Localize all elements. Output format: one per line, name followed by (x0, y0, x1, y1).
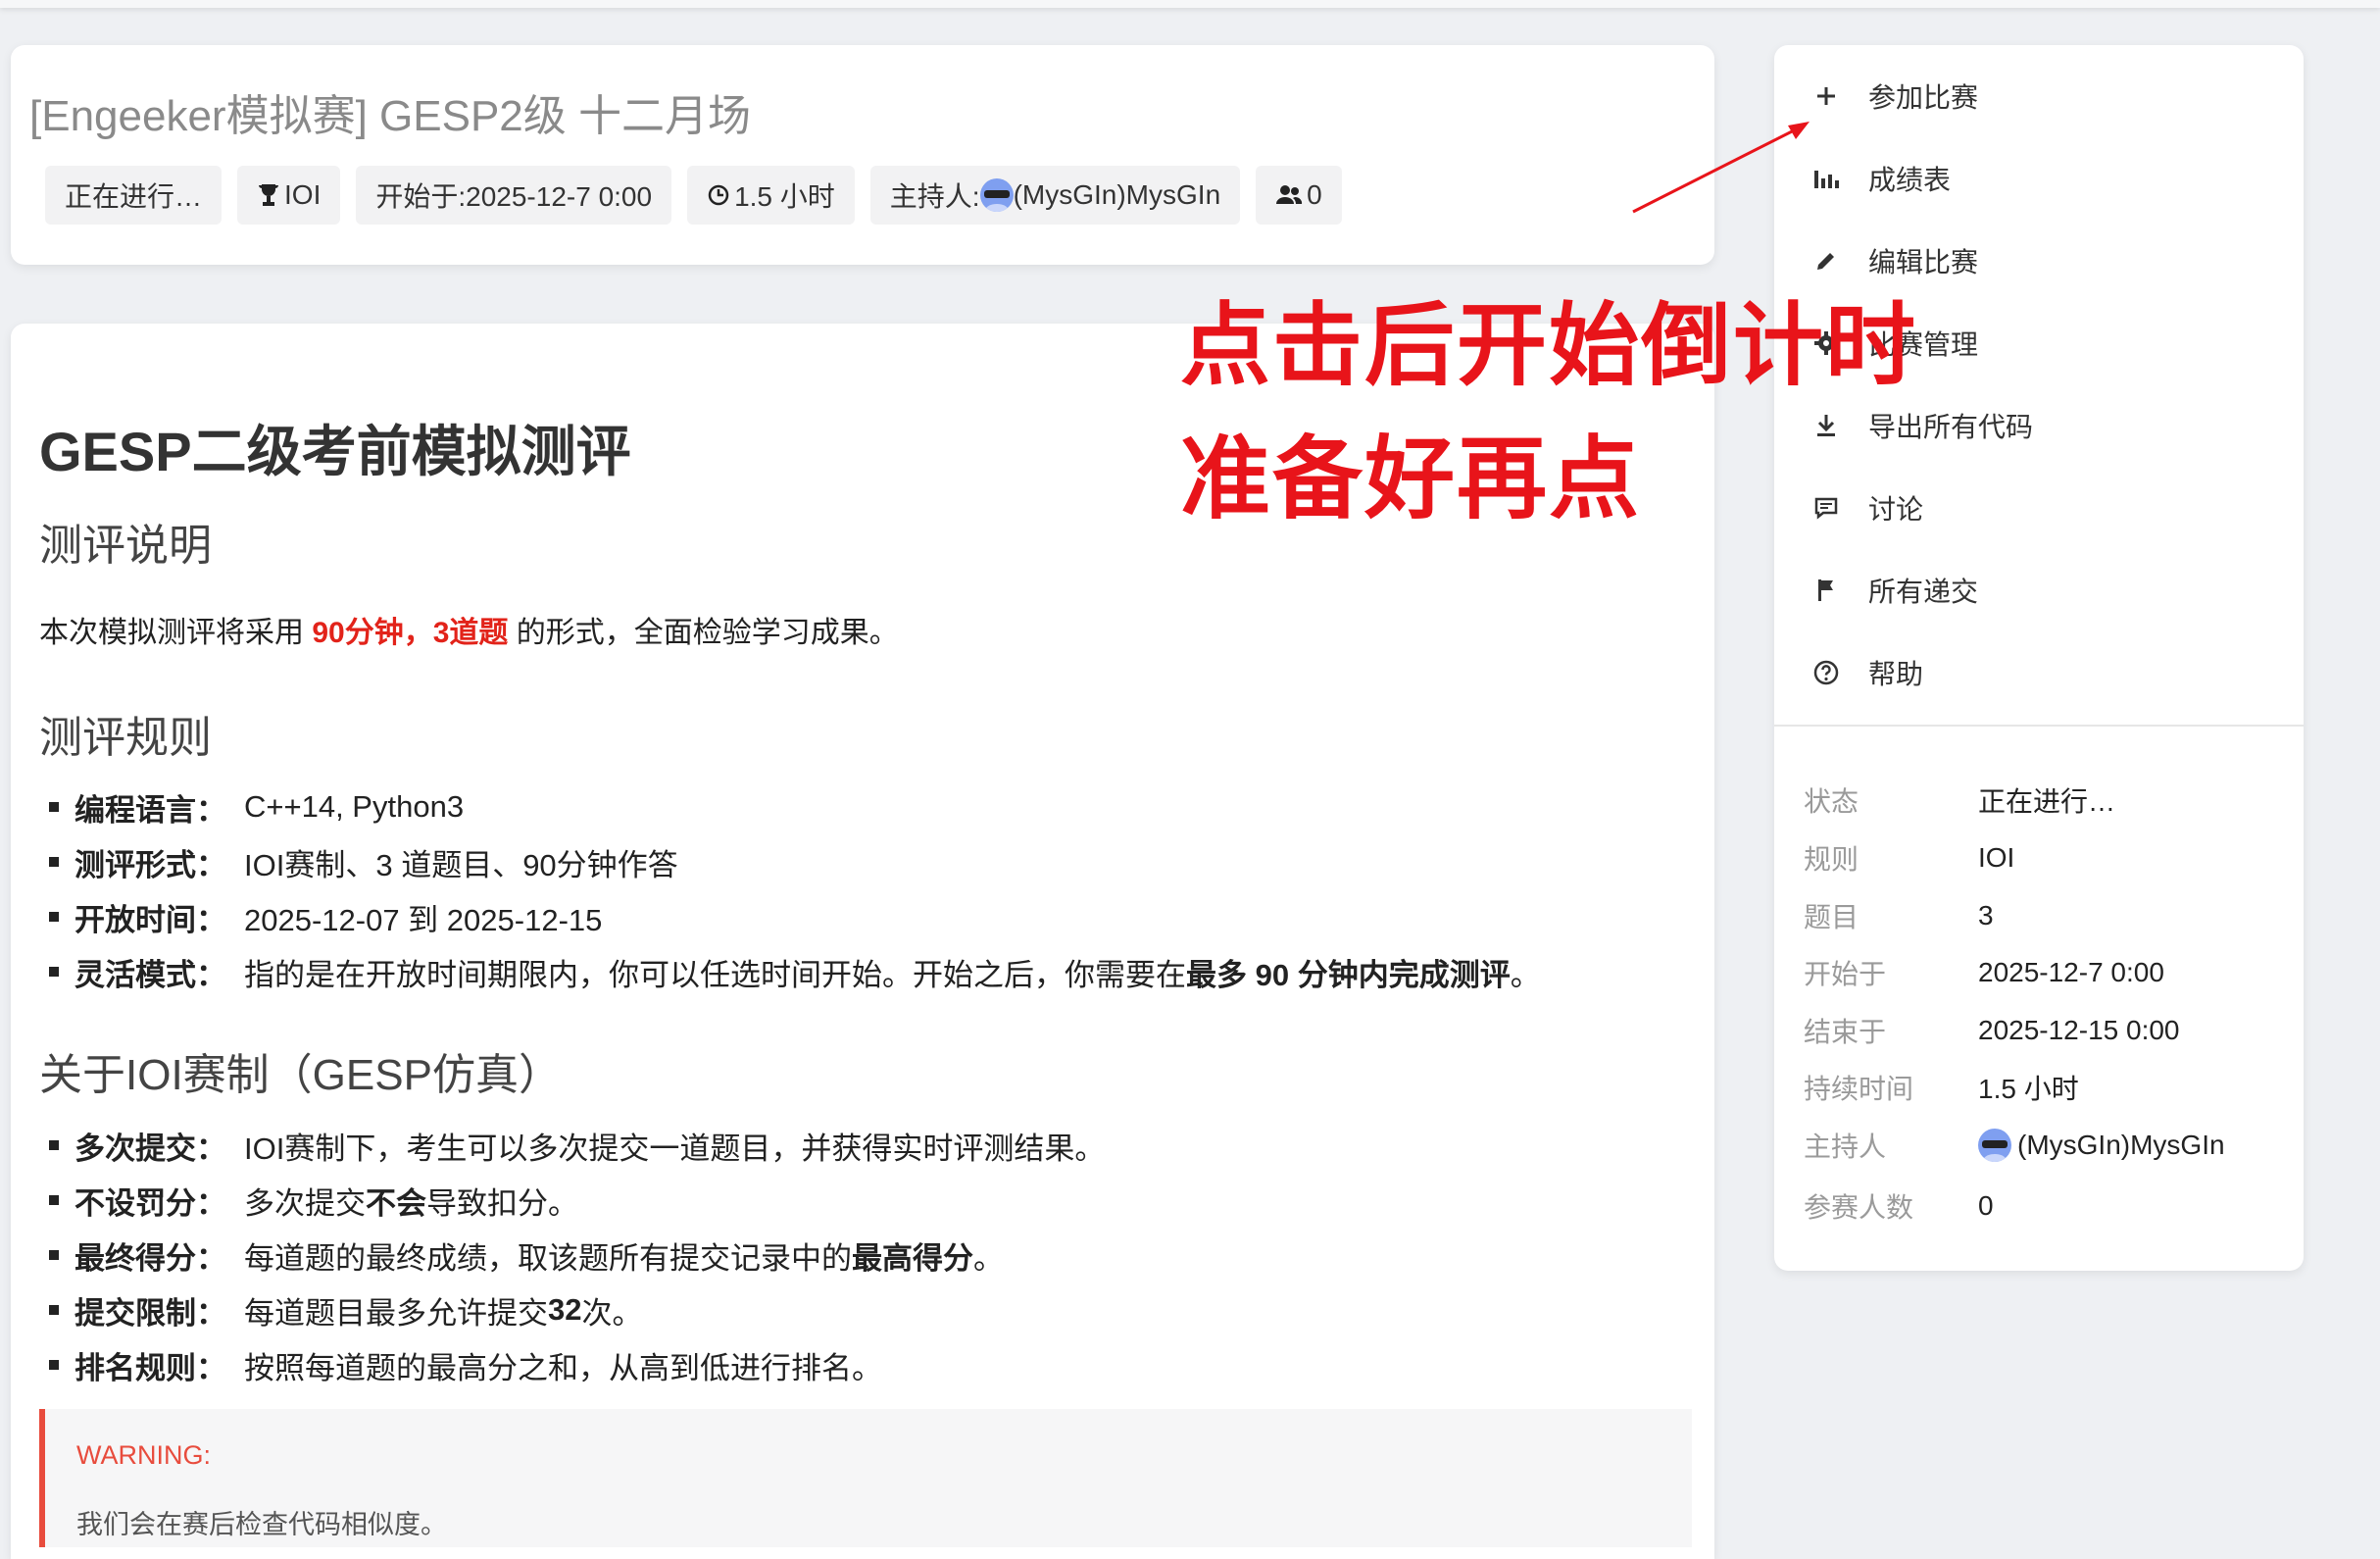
flag-icon (1818, 579, 1833, 601)
menu-label: 成绩表 (1868, 165, 1952, 195)
warning-body: 我们会在赛后检查代码相似度。 (76, 1510, 447, 1539)
host-chip-name: (MysGIn)MysGIn (1013, 179, 1221, 210)
section-heading-rules: 测评规则 (39, 714, 212, 762)
host-chip-label: 主持人: (889, 181, 980, 212)
sidebar-divider (1774, 725, 2304, 727)
help-icon (1813, 660, 1839, 685)
info-row-start: 开始于 2025-12-7 0:00 (1804, 957, 2164, 989)
clock-icon (708, 184, 729, 206)
info-row-rule: 规则 IOI (1804, 842, 2015, 875)
list-item: 编程语言： C++14, Python3 (39, 780, 1541, 834)
annotation-arrow (1632, 122, 1810, 214)
warning-box: WARNING: 我们会在赛后检查代码相似度。 (39, 1409, 1692, 1547)
warning-title: WARNING: (76, 1440, 211, 1470)
plus-icon (1817, 87, 1835, 105)
host-link[interactable]: (MysGIn)MysGIn (2017, 1130, 2225, 1161)
contest-title: [Engeeker模拟赛] GESP2级 十二月场 (29, 92, 751, 140)
participants-chip: 0 (1256, 166, 1342, 225)
avatar (1978, 1129, 2011, 1162)
export-code-link[interactable]: 导出所有代码 (1810, 396, 2033, 455)
discussion-link[interactable]: 讨论 (1810, 478, 1923, 537)
join-contest-button[interactable]: 参加比赛 (1810, 67, 1978, 126)
annotation-text-line1: 点击后开始倒计时 (1180, 292, 1918, 398)
comment-icon (1814, 497, 1838, 520)
all-submissions-link[interactable]: 所有递交 (1810, 561, 1978, 620)
rules-list: 编程语言： C++14, Python3 测评形式： IOI赛制、3 道题目、90分… (39, 780, 1541, 999)
status-chip: 正在进行… (45, 166, 223, 225)
pencil-icon (1817, 253, 1834, 270)
scoreboard-link[interactable]: 成绩表 (1810, 149, 1951, 208)
rule-chip-label: IOI (284, 179, 322, 210)
list-item: 灵活模式： 指的是在开放时间期限内，你可以任选时间开始。开始之后，你需要在 最多 9… (39, 944, 1541, 999)
help-link[interactable]: 帮助 (1810, 643, 1923, 702)
ioi-list: 多次提交： IOI赛制下，考生可以多次提交一道题目，并获得实时评测结果。 不设罚分… (39, 1118, 1105, 1392)
section-heading-intro: 测评说明 (39, 522, 212, 570)
info-row-participants: 参赛人数 0 (1804, 1190, 1994, 1223)
rule-chip: IOI (237, 166, 341, 225)
download-icon (1817, 415, 1835, 436)
list-item: 最终得分： 每道题的最终成绩，取该题所有提交记录中的 最高得分。 (39, 1228, 1105, 1282)
list-item: 排名规则： 按照每道题的最高分之和，从高到低进行排名。 (39, 1337, 1105, 1392)
contest-header-card (11, 45, 1714, 265)
trophy-icon (259, 184, 279, 206)
page-title: GESP二级考前模拟测评 (39, 421, 631, 482)
participants-count: 0 (1307, 179, 1322, 210)
annotation-text-line2: 准备好再点 (1180, 426, 1642, 531)
users-icon (1276, 185, 1303, 204)
host-chip[interactable]: 主持人: (MysGIn)MysGIn (869, 166, 1241, 225)
section-heading-ioi: 关于IOI赛制（GESP仿真） (39, 1051, 562, 1099)
list-item: 不设罚分： 多次提交 不会 导致扣分。 (39, 1173, 1105, 1228)
menu-label: 所有递交 (1868, 577, 1979, 607)
info-row-problems: 题目 3 (1804, 900, 1994, 932)
intro-text-tail: 的形式，全面检验学习成果。 (508, 617, 899, 649)
start-time-chip: 开始于:2025-12-7 0:00 (356, 166, 672, 225)
intro-highlight: 90分钟，3道题 (312, 617, 509, 649)
duration-chip-label: 1.5 小时 (734, 181, 835, 212)
intro-text: 本次模拟测评将采用 (39, 617, 313, 649)
top-bar (0, 0, 2380, 8)
list-item: 测评形式： IOI赛制、3 道题目、90分钟作答 (39, 834, 1541, 889)
list-item: 多次提交： IOI赛制下，考生可以多次提交一道题目，并获得实时评测结果。 (39, 1118, 1105, 1173)
info-row-end: 结束于 2025-12-15 0:00 (1804, 1015, 2180, 1047)
contest-chips: 正在进行… IOI 开始于:2025-12-7 0:00 1.5 小时 主持人:… (45, 166, 1342, 225)
info-row-status: 状态 正在进行… (1804, 786, 2116, 817)
info-row-host: 主持人 (MysGIn)MysGIn (1804, 1126, 2225, 1165)
info-row-duration: 持续时间 1.5 小时 (1804, 1074, 2079, 1104)
menu-label: 帮助 (1868, 659, 1924, 689)
list-item: 提交限制： 每道题目最多允许提交 32 次。 (39, 1282, 1105, 1337)
menu-label: 参加比赛 (1868, 82, 1979, 113)
menu-label: 讨论 (1868, 494, 1924, 525)
avatar (979, 178, 1014, 212)
menu-label: 导出所有代码 (1868, 412, 2034, 442)
list-item: 开放时间： 2025-12-07 到 2025-12-15 (39, 889, 1541, 944)
intro-paragraph: 本次模拟测评将采用 90分钟，3道题 的形式，全面检验学习成果。 (39, 608, 899, 651)
duration-chip: 1.5 小时 (687, 166, 855, 225)
